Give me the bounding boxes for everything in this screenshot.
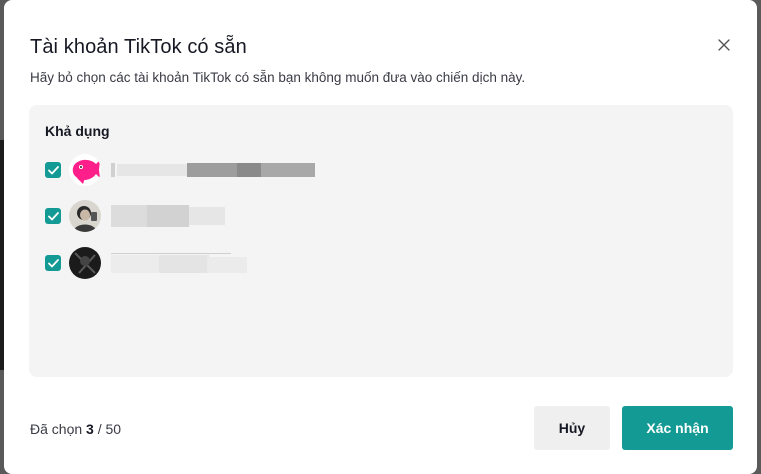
modal-subtitle: Hãy bỏ chọn các tài khoản TikTok có sẵn …: [30, 70, 526, 85]
cancel-button[interactable]: Hủy: [534, 406, 610, 450]
modal-title: Tài khoản TikTok có sẵn: [30, 36, 247, 58]
selected-prefix: Đã chọn: [30, 421, 83, 437]
selected-total: 50: [105, 421, 122, 437]
dark-photo-avatar-icon: [69, 247, 101, 279]
section-label: Khả dụng: [45, 123, 110, 139]
pink-fish-avatar-icon: [69, 154, 101, 186]
selected-count: 3: [86, 421, 94, 437]
account-checkbox[interactable]: [45, 208, 61, 224]
available-accounts-panel: Khả dụng: [29, 105, 733, 377]
account-checkbox[interactable]: [45, 162, 61, 178]
account-row[interactable]: [45, 199, 545, 233]
redacted-account-name: [111, 253, 247, 273]
account-row[interactable]: [45, 153, 545, 187]
account-row[interactable]: [45, 246, 545, 280]
selected-count-text: Đã chọn 3 / 50: [30, 421, 121, 437]
account-checkbox[interactable]: [45, 255, 61, 271]
close-icon[interactable]: [713, 34, 735, 56]
account-select-modal: Tài khoản TikTok có sẵn Hãy bỏ chọn các …: [4, 0, 757, 474]
person-photo-avatar-icon: [69, 200, 101, 232]
selected-separator: /: [97, 421, 102, 437]
redacted-account-name: [111, 161, 315, 179]
confirm-button[interactable]: Xác nhận: [622, 406, 733, 450]
redacted-account-name: [111, 205, 225, 227]
